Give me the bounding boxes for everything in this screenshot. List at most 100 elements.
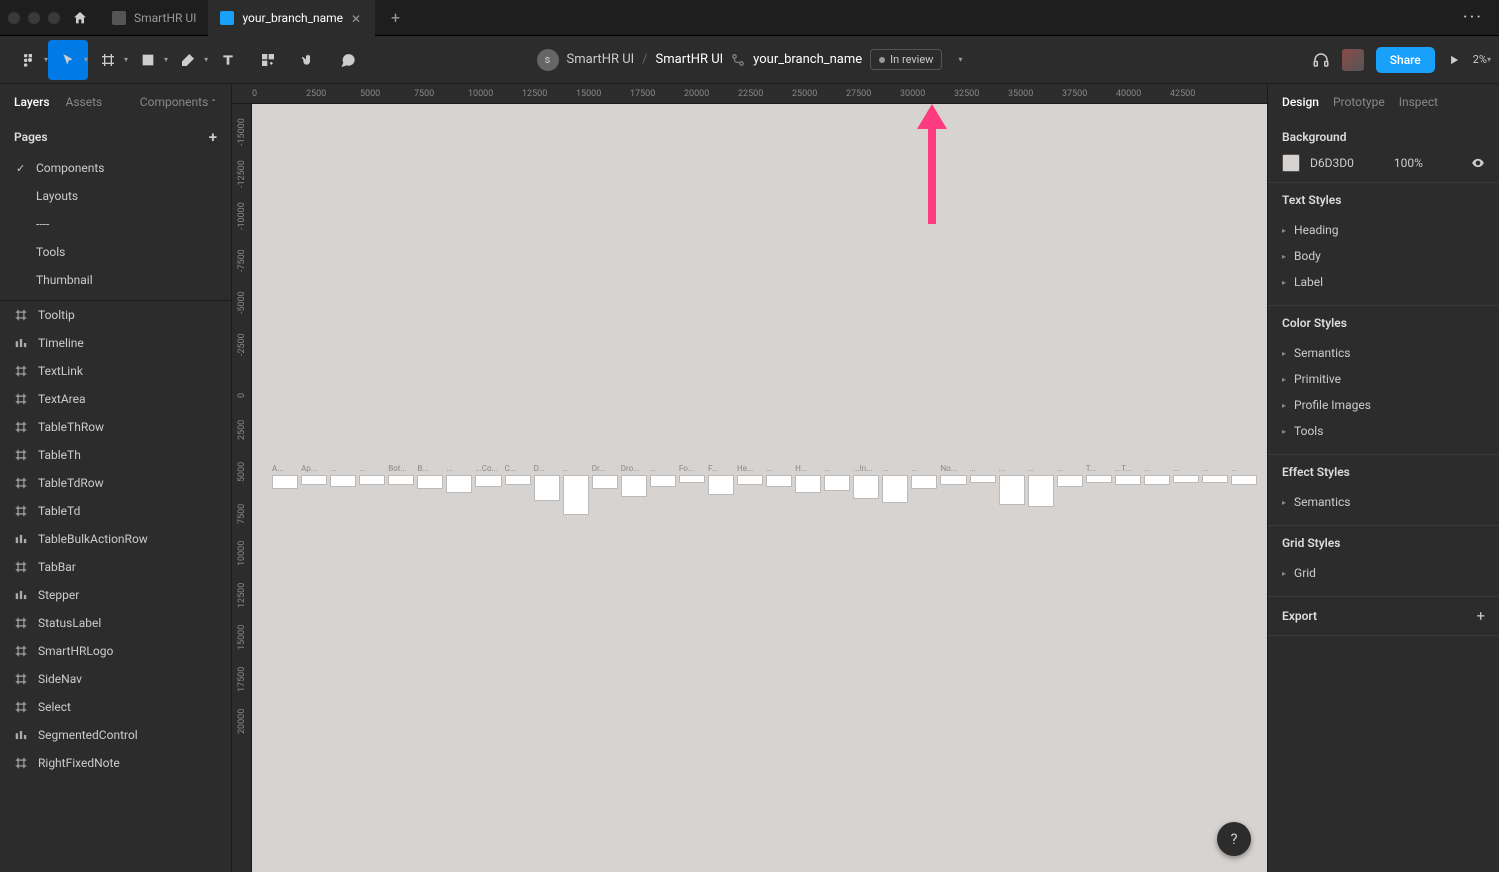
team-name[interactable]: SmartHR UI [567,52,635,67]
frame-tool-button[interactable] [88,40,128,80]
canvas-frame[interactable]: ... [1231,464,1257,485]
canvas-frame[interactable]: Dro... [621,464,647,497]
layer-item[interactable]: SmartHRLogo [0,637,231,665]
canvas-frame[interactable]: F... [708,464,734,495]
style-item[interactable]: ▸Primitive [1282,366,1485,392]
layer-item[interactable]: TableThRow [0,413,231,441]
layer-item[interactable]: RightFixedNote [0,749,231,777]
canvas-frame[interactable]: No... [940,464,966,485]
canvas-frame[interactable]: ... [824,464,850,491]
share-button[interactable]: Share [1376,47,1435,73]
canvas-frame[interactable]: ... [911,464,937,489]
canvas-frame[interactable]: ... [766,464,792,487]
window-traffic-lights[interactable] [8,12,60,24]
comment-tool-button[interactable] [328,40,368,80]
canvas-frame[interactable]: ... [882,464,908,503]
canvas-frame[interactable]: ... [1202,464,1228,483]
canvas-frame[interactable]: ... [446,464,472,493]
canvas-frame[interactable]: ... [1028,464,1054,507]
canvas-frame[interactable]: ... [999,464,1025,505]
page-item[interactable]: ---- [0,210,231,238]
canvas-frame[interactable]: ... [1057,464,1083,487]
bg-opacity[interactable]: 100% [1394,156,1423,170]
canvas-frame[interactable]: T... [1086,464,1112,483]
canvas-frame[interactable]: Ap... [301,464,327,485]
layer-item[interactable]: TableTh [0,441,231,469]
team-avatar[interactable]: s [537,49,559,71]
move-tool-button[interactable] [48,40,88,80]
layer-item[interactable]: SideNav [0,665,231,693]
hand-tool-button[interactable] [288,40,328,80]
page-selector[interactable]: Components ⌃ [140,95,217,109]
zoom-level[interactable]: 2% ▾ [1473,53,1491,66]
branch-name[interactable]: your_branch_name [753,52,862,67]
overflow-menu-button[interactable]: ··· [1455,7,1491,28]
page-item[interactable]: Components [0,154,231,182]
canvas-frame[interactable]: ... [563,464,589,515]
user-avatar[interactable] [1342,49,1364,71]
page-item[interactable]: Layouts [0,182,231,210]
pen-tool-button[interactable] [168,40,208,80]
style-item[interactable]: ▸Semantics [1282,340,1485,366]
resources-button[interactable] [248,40,288,80]
layer-item[interactable]: StatusLabel [0,609,231,637]
layer-item[interactable]: Tooltip [0,301,231,329]
layer-item[interactable]: Stepper [0,581,231,609]
canvas-frame[interactable]: ...In... [853,464,879,499]
bg-color-swatch[interactable] [1282,154,1300,172]
canvas-frame[interactable]: Bot... [388,464,414,485]
tab-smarthr-ui[interactable]: SmartHR UI [100,0,208,36]
canvas-frame[interactable]: ... [970,464,996,483]
layer-item[interactable]: Select [0,693,231,721]
layer-item[interactable]: TextArea [0,385,231,413]
review-status-badge[interactable]: In review [870,49,942,70]
canvas-frame[interactable]: A... [272,464,298,489]
canvas[interactable]: A...Ap.........Bot...B.........Co...C...… [252,104,1267,872]
style-item[interactable]: ▸Semantics [1282,489,1485,515]
tab-inspect[interactable]: Inspect [1399,95,1438,109]
home-icon[interactable] [72,10,88,26]
layer-item[interactable]: TextLink [0,357,231,385]
canvas-frame[interactable]: ... [330,464,356,487]
canvas-frame[interactable]: C... [505,464,531,485]
canvas-frame[interactable]: ...Co... [475,464,501,487]
style-item[interactable]: ▸Body [1282,243,1485,269]
close-icon[interactable]: ✕ [351,12,363,24]
canvas-frame[interactable]: H... [795,464,821,493]
canvas-frame[interactable]: B... [417,464,443,489]
add-export-button[interactable]: + [1476,607,1485,625]
page-item[interactable]: Thumbnail [0,266,231,294]
file-name[interactable]: SmartHR UI [656,52,724,67]
tab-design[interactable]: Design [1282,95,1319,109]
canvas-frame[interactable]: D... [534,464,560,501]
canvas-frame[interactable]: ... [359,464,385,485]
shape-tool-button[interactable] [128,40,168,80]
tab-assets[interactable]: Assets [66,95,103,109]
layer-item[interactable]: TableBulkActionRow [0,525,231,553]
layer-item[interactable]: TabBar [0,553,231,581]
layer-item[interactable]: TableTdRow [0,469,231,497]
canvas-frame[interactable]: Dr... [592,464,618,489]
help-button[interactable]: ? [1217,822,1251,856]
canvas-frame[interactable]: ... [1144,464,1170,485]
tab-prototype[interactable]: Prototype [1333,95,1385,109]
style-item[interactable]: ▸Profile Images [1282,392,1485,418]
text-tool-button[interactable] [208,40,248,80]
layer-item[interactable]: Timeline [0,329,231,357]
layer-item[interactable]: TableTd [0,497,231,525]
canvas-frame[interactable]: ...T... [1115,464,1141,485]
tab-branch[interactable]: your_branch_name ✕ [208,0,375,36]
style-item[interactable]: ▸Grid [1282,560,1485,586]
figma-menu-button[interactable] [8,40,48,80]
page-item[interactable]: Tools [0,238,231,266]
canvas-frame[interactable]: ... [1173,464,1199,483]
canvas-frame[interactable]: Fo... [679,464,705,483]
layer-item[interactable]: SegmentedControl [0,721,231,749]
add-page-button[interactable]: + [209,128,217,146]
canvas-frame[interactable]: ... [650,464,676,487]
style-item[interactable]: ▸Tools [1282,418,1485,444]
chevron-down-icon[interactable]: ▾ [958,55,962,64]
add-tab-button[interactable]: + [383,8,408,27]
bg-color-value[interactable]: D6D3D0 [1310,156,1354,170]
headphones-icon[interactable] [1312,51,1330,69]
